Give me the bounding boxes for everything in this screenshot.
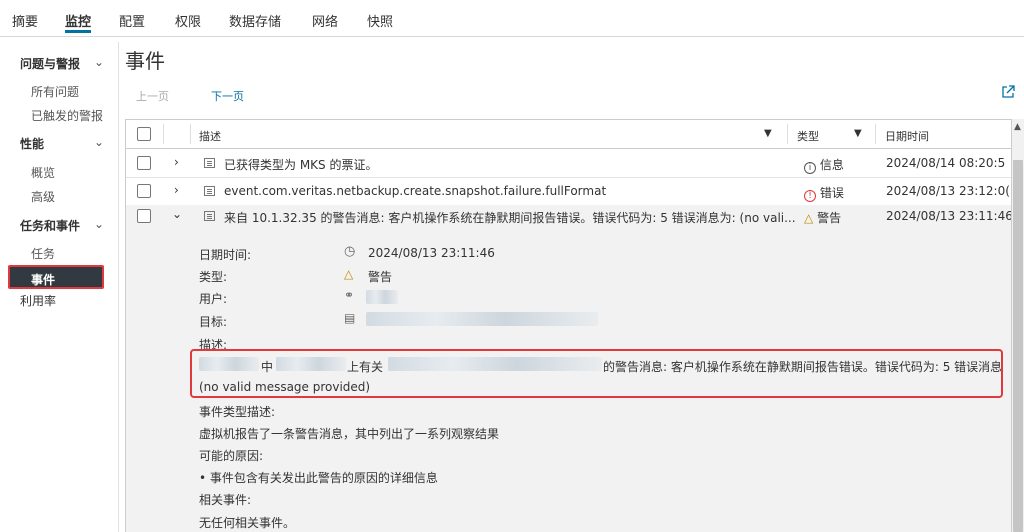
chevron-right-icon[interactable]: ›	[174, 155, 179, 169]
chevron-down-icon: ⌄	[94, 135, 105, 149]
sidebar-section-tasks-events[interactable]: 任务和事件 ⌄	[20, 217, 104, 234]
detail-target-label: 目标:	[199, 315, 228, 329]
external-link-icon[interactable]	[1001, 85, 1015, 99]
row-description: 已获得类型为 MKS 的票证。	[224, 158, 378, 172]
clock-icon: ◷	[344, 244, 356, 259]
event-icon	[204, 211, 215, 221]
sidebar-section-label: 问题与警报	[20, 57, 81, 71]
tab-networks[interactable]: 网络	[312, 11, 338, 30]
column-datetime[interactable]: 日期时间	[885, 128, 929, 144]
scroll-up-icon[interactable]: ▲	[1014, 122, 1021, 132]
info-icon: i	[804, 162, 816, 174]
table-row[interactable]: › 已获得类型为 MKS 的票证。 i 信息 2024/08/14 08:20:…	[126, 149, 1011, 178]
column-type[interactable]: 类型	[797, 128, 819, 144]
row-datetime: 2024/08/13 23:11:46	[886, 209, 1012, 223]
row-type: i 信息	[804, 156, 844, 174]
detail-type-label: 类型:	[199, 270, 228, 284]
redacted-user	[366, 290, 398, 304]
tab-datastores[interactable]: 数据存储	[229, 11, 281, 30]
chevron-right-icon[interactable]: ›	[174, 183, 179, 197]
warning-icon: △	[344, 267, 354, 281]
select-all-checkbox[interactable]	[137, 127, 151, 141]
filter-icon[interactable]: ▼	[764, 128, 772, 139]
sidebar-item-events[interactable]: 事件	[8, 265, 104, 289]
event-icon	[204, 186, 215, 196]
filter-icon[interactable]: ▼	[854, 128, 862, 139]
tab-summary[interactable]: 摘要	[12, 11, 38, 30]
sidebar-divider	[118, 42, 119, 532]
scrollbar-thumb[interactable]	[1013, 160, 1023, 532]
sidebar-item-utilization[interactable]: 利用率	[20, 292, 56, 309]
warning-icon: △	[804, 211, 814, 225]
sidebar-item-all-issues[interactable]: 所有问题	[31, 83, 79, 100]
row-datetime: 2024/08/13 23:12:0(	[886, 184, 1010, 198]
row-description: event.com.veritas.netbackup.create.snaps…	[224, 184, 607, 198]
tab-permissions[interactable]: 权限	[175, 11, 201, 30]
tab-monitor[interactable]: 监控	[65, 11, 92, 33]
error-icon: !	[804, 190, 816, 202]
column-description[interactable]: 描述	[199, 128, 221, 144]
row-checkbox[interactable]	[137, 184, 151, 198]
next-page-button[interactable]: 下一页	[211, 88, 244, 104]
detail-type-value: 警告	[368, 270, 393, 284]
row-type: △ 警告	[804, 209, 841, 226]
event-type-desc-label: 事件类型描述:	[199, 405, 276, 419]
sidebar-item-tasks[interactable]: 任务	[31, 245, 55, 262]
user-icon: ⚭	[344, 288, 355, 302]
row-checkbox[interactable]	[137, 156, 151, 170]
chevron-down-icon[interactable]: ⌄	[172, 207, 182, 221]
detail-datetime-value: 2024/08/13 23:11:46	[368, 246, 495, 260]
table-row[interactable]: › event.com.veritas.netbackup.create.sna…	[126, 177, 1011, 206]
vm-icon: ▤	[344, 311, 356, 325]
row-type: ! 错误	[804, 184, 844, 202]
chevron-down-icon: ⌄	[94, 217, 105, 231]
events-table: 描述 ▼ 类型 ▼ 日期时间 › 已获得类型为 MKS 的票证。 i 信息 20…	[125, 119, 1012, 532]
sidebar: 问题与警报 ⌄ 所有问题 已触发的警报 性能 ⌄ 概览 高级 任务和事件 ⌄ 任…	[0, 37, 114, 532]
sidebar-section-performance[interactable]: 性能 ⌄	[20, 135, 104, 152]
page-title: 事件	[125, 49, 165, 73]
table-row-expanded[interactable]: ⌄ 来自 10.1.32.35 的警告消息: 客户机操作系统在静默期间报告错误。…	[126, 205, 1012, 234]
tab-snapshots[interactable]: 快照	[367, 11, 393, 30]
possible-causes-label: 可能的原因:	[199, 449, 264, 463]
related-events-value: 无任何相关事件。	[199, 516, 296, 530]
sidebar-section-label: 任务和事件	[20, 219, 81, 233]
row-type-label: 信息	[819, 158, 844, 172]
sidebar-item-overview[interactable]: 概览	[31, 164, 55, 181]
chevron-down-icon: ⌄	[94, 55, 105, 69]
possible-cause-text: 事件包含有关发出此警告的原因的详细信息	[209, 471, 438, 485]
sidebar-section-label: 性能	[20, 137, 45, 151]
sidebar-item-triggered-alarms[interactable]: 已触发的警报	[31, 107, 103, 124]
possible-cause-item: • 事件包含有关发出此警告的原因的详细信息	[199, 471, 438, 485]
related-events-label: 相关事件:	[199, 493, 252, 507]
top-nav: 摘要 监控 配置 权限 数据存储 网络 快照	[0, 0, 1024, 37]
table-header: 描述 ▼ 类型 ▼ 日期时间	[126, 120, 1011, 149]
row-checkbox[interactable]	[137, 209, 151, 223]
row-description: 来自 10.1.32.35 的警告消息: 客户机操作系统在静默期间报告错误。错误…	[224, 211, 796, 225]
event-type-desc: 虚拟机报告了一条警告消息，其中列出了一系列观察结果	[199, 427, 500, 441]
row-type-label: 警告	[817, 211, 842, 225]
detail-datetime-label: 日期时间:	[199, 248, 252, 262]
detail-user-label: 用户:	[199, 292, 228, 306]
row-datetime: 2024/08/14 08:20:5	[886, 156, 1006, 170]
row-type-label: 错误	[819, 186, 844, 200]
tab-configure[interactable]: 配置	[119, 11, 145, 30]
prev-page-button[interactable]: 上一页	[136, 88, 169, 104]
redacted-target	[366, 312, 598, 326]
event-icon	[204, 158, 215, 168]
sidebar-section-issues[interactable]: 问题与警报 ⌄	[20, 55, 104, 72]
sidebar-item-advanced[interactable]: 高级	[31, 188, 55, 205]
highlight-box	[190, 349, 1003, 398]
